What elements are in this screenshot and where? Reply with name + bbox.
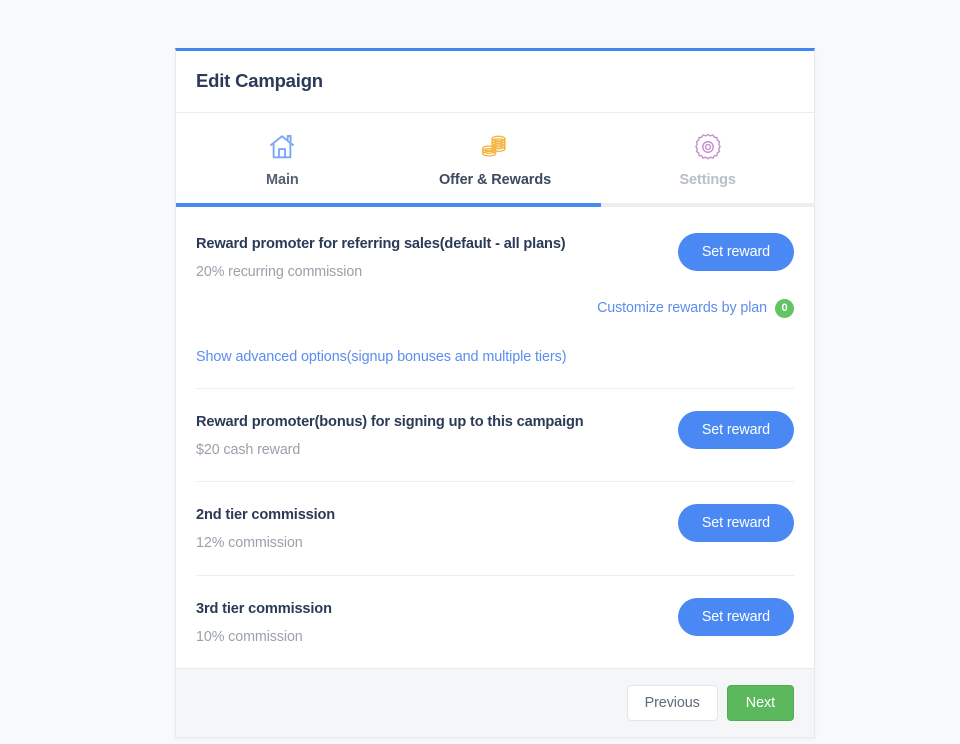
reward-texts: Reward promoter for referring sales(defa…: [196, 233, 566, 282]
reward-title: 3rd tier commission: [196, 600, 332, 619]
advanced-options-wrap: Show advanced options(signup bonuses and…: [196, 348, 794, 366]
tab-main-label: Main: [266, 172, 299, 188]
rewards-list: Reward promoter for referring sales(defa…: [176, 207, 814, 668]
reward-row-default-sales: Reward promoter for referring sales(defa…: [196, 233, 794, 282]
set-reward-button[interactable]: Set reward: [678, 598, 794, 636]
customize-rewards-line: Customize rewards by plan 0: [196, 299, 794, 318]
set-reward-button[interactable]: Set reward: [678, 411, 794, 449]
reward-block-2nd-tier: 2nd tier commission 12% commission Set r…: [196, 482, 794, 553]
reward-texts: 3rd tier commission 10% commission: [196, 598, 332, 647]
reward-subtitle: 20% recurring commission: [196, 263, 566, 282]
card-header: Edit Campaign: [176, 51, 814, 113]
page-root: Edit Campaign Main: [0, 0, 960, 744]
coins-icon: [479, 129, 511, 165]
reward-title: Reward promoter for referring sales(defa…: [196, 235, 566, 254]
tab-progress-track: [176, 203, 814, 207]
show-advanced-options-link[interactable]: Show advanced options(signup bonuses and…: [196, 349, 566, 365]
tab-bar: Main: [176, 113, 814, 207]
tab-settings-label: Settings: [679, 172, 735, 188]
reward-subtitle: $20 cash reward: [196, 441, 584, 460]
page-title: Edit Campaign: [196, 70, 794, 92]
customize-rewards-by-plan-link[interactable]: Customize rewards by plan: [597, 300, 767, 316]
reward-texts: Reward promoter(bonus) for signing up to…: [196, 411, 584, 460]
reward-block-signup-bonus: Reward promoter(bonus) for signing up to…: [196, 389, 794, 460]
reward-title: 2nd tier commission: [196, 506, 335, 525]
set-reward-button[interactable]: Set reward: [678, 504, 794, 542]
next-button[interactable]: Next: [727, 685, 794, 721]
reward-subtitle: 10% commission: [196, 628, 332, 647]
tab-progress-fill: [176, 203, 601, 207]
tab-main[interactable]: Main: [176, 113, 389, 206]
gear-icon: [693, 129, 723, 165]
reward-title: Reward promoter(bonus) for signing up to…: [196, 413, 584, 432]
previous-button[interactable]: Previous: [627, 685, 718, 721]
card-footer: Previous Next: [176, 668, 814, 737]
tab-settings[interactable]: Settings: [601, 113, 814, 206]
customize-count-badge: 0: [775, 299, 794, 318]
tab-offer-rewards-label: Offer & Rewards: [439, 172, 551, 188]
set-reward-button[interactable]: Set reward: [678, 233, 794, 271]
reward-row-signup-bonus: Reward promoter(bonus) for signing up to…: [196, 411, 794, 460]
reward-block-3rd-tier: 3rd tier commission 10% commission Set r…: [196, 576, 794, 647]
reward-row-2nd-tier: 2nd tier commission 12% commission Set r…: [196, 504, 794, 553]
tab-offer-rewards[interactable]: Offer & Rewards: [389, 113, 602, 206]
reward-texts: 2nd tier commission 12% commission: [196, 504, 335, 553]
home-icon: [267, 129, 297, 165]
reward-subtitle: 12% commission: [196, 534, 335, 553]
reward-row-3rd-tier: 3rd tier commission 10% commission Set r…: [196, 598, 794, 647]
edit-campaign-card: Edit Campaign Main: [175, 48, 815, 738]
